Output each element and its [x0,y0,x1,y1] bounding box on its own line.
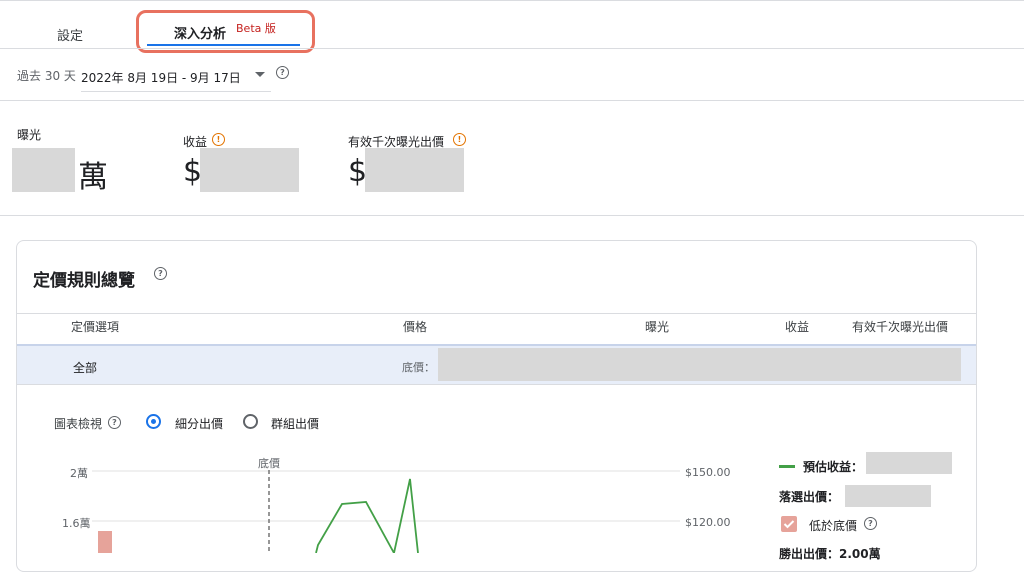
legend-revenue-value-redacted [866,452,952,474]
legend-revenue-label: 預估收益： [803,460,864,474]
legend-partial-text: 勝出出價：2.00萬 [779,547,881,561]
estimated-revenue-line [315,478,419,553]
check-icon [783,520,795,529]
bar-below-floor [98,531,112,553]
below-floor-checkbox[interactable] [781,516,797,532]
legend-win-bid-value-redacted [845,485,931,507]
legend-win-bid-label: 落選出價： [779,490,840,504]
legend-revenue-swatch [779,465,795,468]
below-floor-label: 低於底價 [809,519,858,533]
help-icon[interactable]: ? [864,517,877,530]
